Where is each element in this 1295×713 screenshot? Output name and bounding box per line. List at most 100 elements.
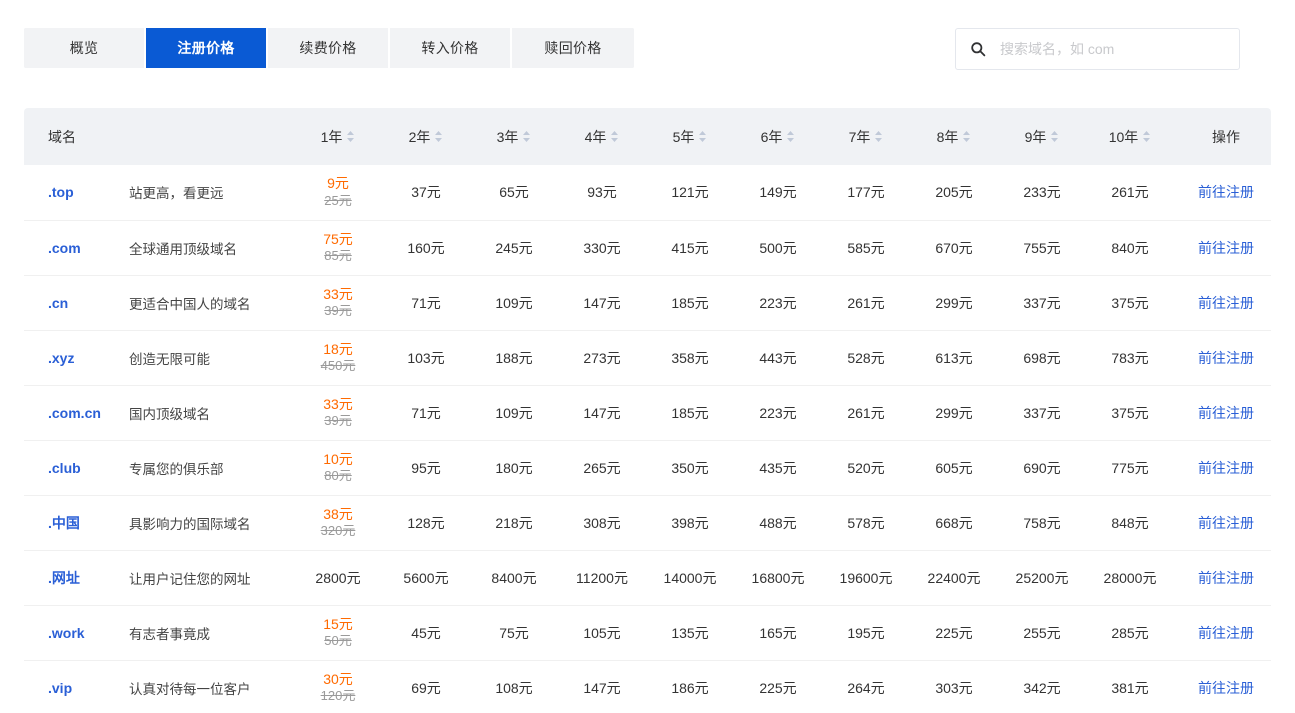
sort-icon[interactable]	[610, 130, 619, 143]
price-cell-year-6: 488元	[759, 514, 797, 531]
price-cell-year-5: 185元	[671, 404, 709, 421]
price-cell-year-3: 65元	[499, 184, 529, 201]
price-cell-year-10: 848元	[1111, 514, 1149, 531]
domain-name-cell[interactable]: .work	[24, 605, 129, 660]
original-price: 450元	[320, 358, 356, 374]
domain-name-cell[interactable]: .cn	[24, 275, 129, 330]
domain-name-cell[interactable]: .club	[24, 440, 129, 495]
go-register-link[interactable]: 前往注册	[1198, 405, 1254, 421]
price-cell-year-9: 337元	[1023, 404, 1061, 421]
price-cell-year-7: 528元	[847, 349, 885, 366]
sort-icon[interactable]	[786, 130, 795, 143]
header-year-label-1: 1年	[320, 128, 343, 145]
table-body: .top 站更高，看更远 9元 25元 37元 65元 93元 121元 149元 177元 205…	[24, 165, 1271, 713]
header-year-label-8: 8年	[936, 128, 959, 145]
go-register-link[interactable]: 前往注册	[1198, 295, 1254, 311]
header-year-9[interactable]: 9年	[998, 108, 1086, 165]
domain-search-box[interactable]	[955, 28, 1240, 70]
go-register-link[interactable]: 前往注册	[1198, 240, 1254, 256]
promo-price: 75元	[323, 230, 353, 247]
sort-icon[interactable]	[962, 130, 971, 143]
domain-name-cell[interactable]: .xyz	[24, 330, 129, 385]
sort-icon[interactable]	[698, 130, 707, 143]
tab-3[interactable]: 转入价格	[390, 28, 512, 68]
sort-icon[interactable]	[522, 130, 531, 143]
header-year-2[interactable]: 2年	[382, 108, 470, 165]
go-register-link[interactable]: 前往注册	[1198, 570, 1254, 586]
price-cell-year-4: 93元	[587, 184, 617, 201]
domain-name-cell[interactable]: .com	[24, 220, 129, 275]
table-row: .xyz 创造无限可能 18元 450元 103元 188元 273元 358元 443元 528…	[24, 330, 1271, 385]
go-register-link[interactable]: 前往注册	[1198, 184, 1254, 200]
price-cell-year-8: 613元	[935, 349, 973, 366]
price-cell-year-6: 149元	[759, 184, 797, 201]
price-cell-year-5: 185元	[671, 294, 709, 311]
sort-icon[interactable]	[434, 130, 443, 143]
header-year-7[interactable]: 7年	[822, 108, 910, 165]
domain-name-cell[interactable]: .vip	[24, 660, 129, 713]
sort-icon[interactable]	[1050, 130, 1059, 143]
price-cell-year-8: 205元	[935, 184, 973, 201]
go-register-link[interactable]: 前往注册	[1198, 625, 1254, 641]
tab-1[interactable]: 注册价格	[146, 28, 268, 68]
domain-description-cell: 让用户记住您的网址	[129, 571, 251, 587]
domain-name-cell[interactable]: .com.cn	[24, 385, 129, 440]
go-register-link[interactable]: 前往注册	[1198, 350, 1254, 366]
price-cell-year-1: 38元 320元	[294, 495, 382, 550]
promo-price: 9元	[327, 175, 349, 192]
price-cell-year-9: 337元	[1023, 294, 1061, 311]
price-cell-year-3: 75元	[499, 624, 529, 641]
header-year-label-4: 4年	[584, 128, 607, 145]
go-register-link[interactable]: 前往注册	[1198, 680, 1254, 696]
price-cell-year-8: 303元	[935, 679, 973, 696]
header-year-3[interactable]: 3年	[470, 108, 558, 165]
header-year-8[interactable]: 8年	[910, 108, 998, 165]
go-register-link[interactable]: 前往注册	[1198, 460, 1254, 476]
domain-name-cell[interactable]: .网址	[24, 550, 129, 605]
promo-price: 33元	[323, 395, 353, 412]
price-cell-year-10: 375元	[1111, 404, 1149, 421]
price-cell-year-9: 758元	[1023, 514, 1061, 531]
price-cell-year-8: 22400元	[927, 569, 981, 586]
sort-icon[interactable]	[346, 130, 355, 143]
original-price: 25元	[324, 192, 352, 208]
price-cell-year-1: 2800元	[294, 550, 382, 605]
price-cell-year-9: 698元	[1023, 349, 1061, 366]
price-cell-year-8: 670元	[935, 239, 973, 256]
price-cell-year-8: 299元	[935, 294, 973, 311]
header-year-4[interactable]: 4年	[558, 108, 646, 165]
promo-price: 18元	[323, 340, 353, 357]
sort-icon[interactable]	[874, 130, 883, 143]
domain-name-cell[interactable]: .top	[24, 165, 129, 220]
price-cell-year-2: 37元	[411, 184, 441, 201]
promo-price: 33元	[323, 285, 353, 302]
original-price: 50元	[324, 633, 352, 649]
header-year-6[interactable]: 6年	[734, 108, 822, 165]
price-cell-year-5: 358元	[671, 349, 709, 366]
header-year-1[interactable]: 1年	[294, 108, 382, 165]
search-input[interactable]	[1000, 41, 1225, 57]
domain-description-cell: 具影响力的国际域名	[129, 516, 251, 532]
price-cell-year-3: 245元	[495, 239, 533, 256]
tab-0[interactable]: 概览	[24, 28, 146, 68]
header-year-5[interactable]: 5年	[646, 108, 734, 165]
price-cell-year-6: 500元	[759, 239, 797, 256]
action-cell: 前往注册	[1174, 330, 1271, 385]
price-cell-year-8: 299元	[935, 404, 973, 421]
sort-icon[interactable]	[1142, 130, 1151, 143]
action-cell: 前往注册	[1174, 660, 1271, 713]
tab-2[interactable]: 续费价格	[268, 28, 390, 68]
pricing-table-container: 域名 1年 2年 3年 4年 5年 6年 7年 8年 9年 10年 操作 .top 站更高，看更远 9元…	[24, 108, 1271, 713]
header-year-10[interactable]: 10年	[1086, 108, 1174, 165]
price-cell-year-7: 578元	[847, 514, 885, 531]
go-register-link[interactable]: 前往注册	[1198, 515, 1254, 531]
price-cell-year-10: 783元	[1111, 349, 1149, 366]
domain-name-cell[interactable]: .中国	[24, 495, 129, 550]
header-year-label-2: 2年	[408, 128, 431, 145]
price-cell-year-4: 147元	[583, 404, 621, 421]
table-head: 域名 1年 2年 3年 4年 5年 6年 7年 8年 9年 10年 操作	[24, 108, 1271, 165]
price-cell-year-1: 33元 39元	[294, 275, 382, 330]
tab-4[interactable]: 赎回价格	[512, 28, 634, 68]
header-action: 操作	[1212, 128, 1240, 145]
price-cell-year-10: 261元	[1111, 184, 1149, 201]
